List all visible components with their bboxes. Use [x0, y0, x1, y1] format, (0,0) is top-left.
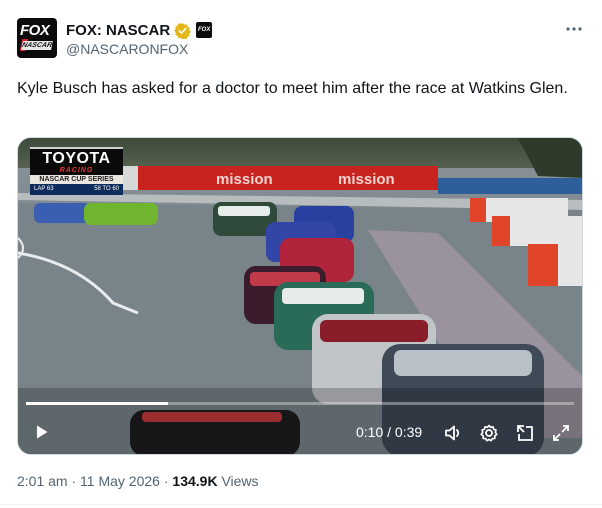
tweet-text: Kyle Busch has asked for a doctor to mee…: [17, 80, 568, 97]
lap-counter: LAP 63 58 TO 60: [30, 184, 123, 195]
meta-separator: ·: [67, 473, 81, 489]
views-label: Views: [221, 473, 259, 489]
views-count: 134.9K: [172, 473, 218, 489]
video-progress-bar[interactable]: [26, 402, 574, 405]
track-banner-text: mission: [338, 171, 395, 188]
minimize-icon[interactable]: [514, 422, 536, 444]
author-name-row: FOX: NASCAR FOX: [66, 21, 213, 39]
play-icon[interactable]: [32, 422, 52, 442]
video-controls: 0:10 / 0:39: [18, 410, 582, 454]
avatar-logo-text: FOX: [20, 22, 50, 39]
meta-separator: ·: [159, 473, 173, 489]
settings-icon[interactable]: [478, 422, 500, 444]
volume-icon[interactable]: [442, 422, 464, 444]
lap-range: 58 TO 60: [94, 186, 119, 192]
tweet-meta: 2:01 am · 11 May 2026 · 134.9K Views: [17, 473, 259, 489]
avatar-logo-subtext: NASCAR: [21, 41, 53, 50]
sponsor-logo: TOYOTA: [30, 147, 123, 167]
post-time[interactable]: 2:01 am: [17, 473, 68, 489]
series-label: NASCAR CUP SERIES: [30, 175, 123, 184]
avatar[interactable]: FOX NASCAR: [17, 18, 57, 58]
display-name[interactable]: FOX: NASCAR: [66, 22, 170, 39]
video-time: 0:10 / 0:39: [356, 424, 423, 440]
video-progress-fill: [26, 402, 169, 405]
affiliate-badge[interactable]: FOX: [196, 22, 213, 38]
verified-icon: [174, 22, 191, 39]
fullscreen-icon[interactable]: [550, 422, 572, 444]
more-icon[interactable]: [565, 20, 583, 38]
broadcast-graphic: TOYOTA RACING NASCAR CUP SERIES LAP 63 5…: [30, 147, 123, 195]
handle[interactable]: @NASCARONFOX: [66, 41, 188, 57]
divider: [0, 504, 602, 505]
track-banner-text: mission: [216, 171, 273, 188]
post-date[interactable]: 11 May 2026: [80, 473, 160, 489]
lap-label: LAP 63: [34, 186, 54, 192]
video-player[interactable]: mission mission TOYOTA RACING NASCAR CUP…: [17, 137, 583, 455]
